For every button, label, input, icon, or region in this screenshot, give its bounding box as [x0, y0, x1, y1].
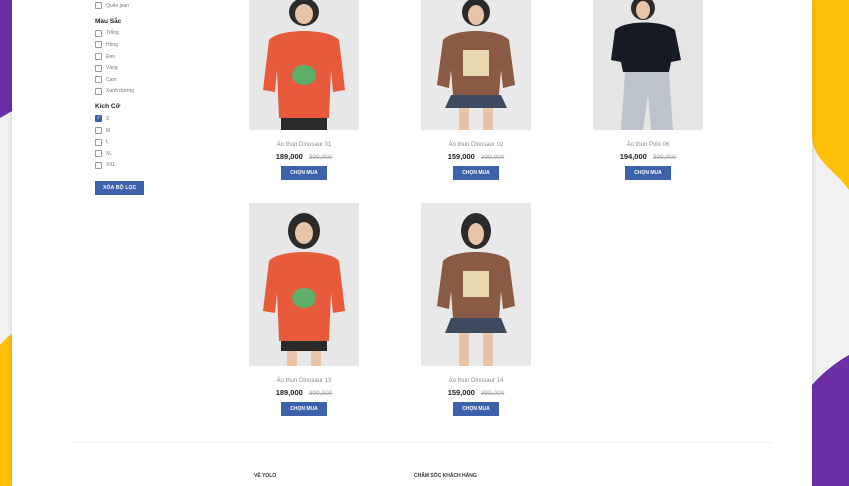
- product-image[interactable]: [249, 0, 359, 130]
- price-row: 159,000 399,000: [421, 152, 531, 161]
- product-name[interactable]: Áo thun Dinosaur 14: [421, 378, 531, 384]
- filter-option-label: Trắng: [106, 30, 119, 37]
- price-row: 194,000 399,000: [593, 152, 703, 161]
- price: 194,000: [619, 152, 647, 161]
- product-name[interactable]: Áo thun Dinosaur 13: [249, 378, 359, 384]
- buy-button[interactable]: CHỌN MUA: [625, 166, 671, 180]
- page-content: Quần jean Màu Sắc Trắng Hồng Đen Vàng Ca…: [12, 0, 812, 486]
- filter-option-color[interactable]: Xanh dương: [95, 86, 245, 98]
- price-row: 189,000 399,000: [249, 152, 359, 161]
- price-row: 159,000 399,000: [421, 388, 531, 397]
- buy-button[interactable]: CHỌN MUA: [453, 402, 499, 416]
- filter-option-color[interactable]: Vàng: [95, 62, 245, 74]
- product-name[interactable]: Áo thun Dinosaur 02: [421, 142, 531, 148]
- old-price: 399,000: [480, 390, 505, 397]
- filter-option-label: Hồng: [106, 41, 118, 48]
- color-filter-title: Màu Sắc: [95, 17, 122, 25]
- buy-button[interactable]: CHỌN MUA: [453, 166, 499, 180]
- filter-option-size[interactable]: M: [95, 125, 245, 137]
- filter-option-color[interactable]: Đen: [95, 51, 245, 63]
- product-card: Áo thun Dinosaur 13 189,000 399,000 CHỌN …: [249, 203, 359, 416]
- filter-option-size[interactable]: XL: [95, 148, 245, 160]
- checkbox[interactable]: [95, 41, 102, 49]
- filter-option-label: S: [106, 115, 110, 122]
- price: 189,000: [275, 388, 303, 397]
- price: 159,000: [447, 388, 475, 397]
- checkbox[interactable]: [95, 53, 102, 61]
- filter-option-label: M: [106, 127, 111, 134]
- product-image[interactable]: [421, 203, 531, 366]
- filter-option-size[interactable]: XXL: [95, 160, 245, 172]
- product-name[interactable]: Áo thun Dinosaur 01: [249, 142, 359, 148]
- filter-option-label: Quần jean: [106, 2, 130, 9]
- filter-option-label: XL: [106, 150, 113, 157]
- old-price: 399,000: [308, 390, 333, 397]
- product-image[interactable]: [593, 0, 703, 130]
- checkbox[interactable]: [95, 127, 102, 135]
- checkbox[interactable]: [95, 2, 102, 10]
- checkbox[interactable]: [95, 76, 102, 84]
- filter-option-label: Vàng: [106, 65, 118, 72]
- old-price: 399,000: [308, 154, 333, 161]
- price: 159,000: [447, 152, 475, 161]
- filter-option-label: L: [106, 139, 109, 146]
- checkbox[interactable]: [95, 138, 102, 146]
- product-image[interactable]: [421, 0, 531, 130]
- product-card: Áo thun Dinosaur 02 159,000 399,000 CHỌN …: [421, 0, 531, 180]
- product-card: Áo thun Polo 06 194,000 399,000 CHỌN MUA: [593, 0, 703, 180]
- footer-heading-customer-care: CHĂM SÓC KHÁCH HÀNG: [414, 473, 477, 479]
- product-card: Áo thun Dinosaur 01 189,000 399,000 CHỌN …: [249, 0, 359, 180]
- filter-option-label: Đen: [106, 53, 116, 60]
- checkbox[interactable]: [95, 161, 102, 169]
- old-price: 399,000: [480, 154, 505, 161]
- price: 189,000: [275, 152, 303, 161]
- filter-option-color[interactable]: Trắng: [95, 28, 245, 40]
- filter-option-size[interactable]: ✓ S: [95, 113, 245, 125]
- filter-option-label: XXL: [106, 162, 116, 169]
- filter-option-label: Cam: [106, 76, 117, 83]
- product-name[interactable]: Áo thun Polo 06: [593, 142, 703, 148]
- footer-heading-about: VỀ YOLO: [254, 473, 277, 479]
- checkbox-checked[interactable]: ✓: [95, 115, 102, 123]
- checkbox[interactable]: [95, 64, 102, 72]
- checkbox[interactable]: [95, 150, 102, 158]
- footer: VỀ YOLO CHĂM SÓC KHÁCH HÀNG: [72, 442, 772, 479]
- filter-option-size[interactable]: L: [95, 136, 245, 148]
- product-image[interactable]: [249, 203, 359, 366]
- size-filter-title: Kích Cỡ: [95, 103, 121, 111]
- filter-option-color[interactable]: Cam: [95, 74, 245, 86]
- filter-option-label: Xanh dương: [106, 88, 135, 95]
- product-card: Áo thun Dinosaur 14 159,000 399,000 CHỌN …: [421, 203, 531, 416]
- clear-filter-button[interactable]: XÓA BỘ LỌC: [95, 181, 145, 196]
- buy-button[interactable]: CHỌN MUA: [281, 402, 327, 416]
- old-price: 399,000: [652, 154, 677, 161]
- filter-sidebar: Quần jean Màu Sắc Trắng Hồng Đen Vàng Ca…: [95, 0, 245, 196]
- filter-option[interactable]: Quần jean: [95, 0, 245, 12]
- filter-option-color[interactable]: Hồng: [95, 39, 245, 51]
- price-row: 189,000 399,000: [249, 388, 359, 397]
- checkbox[interactable]: [95, 87, 102, 95]
- checkbox[interactable]: [95, 29, 102, 37]
- buy-button[interactable]: CHỌN MUA: [281, 166, 327, 180]
